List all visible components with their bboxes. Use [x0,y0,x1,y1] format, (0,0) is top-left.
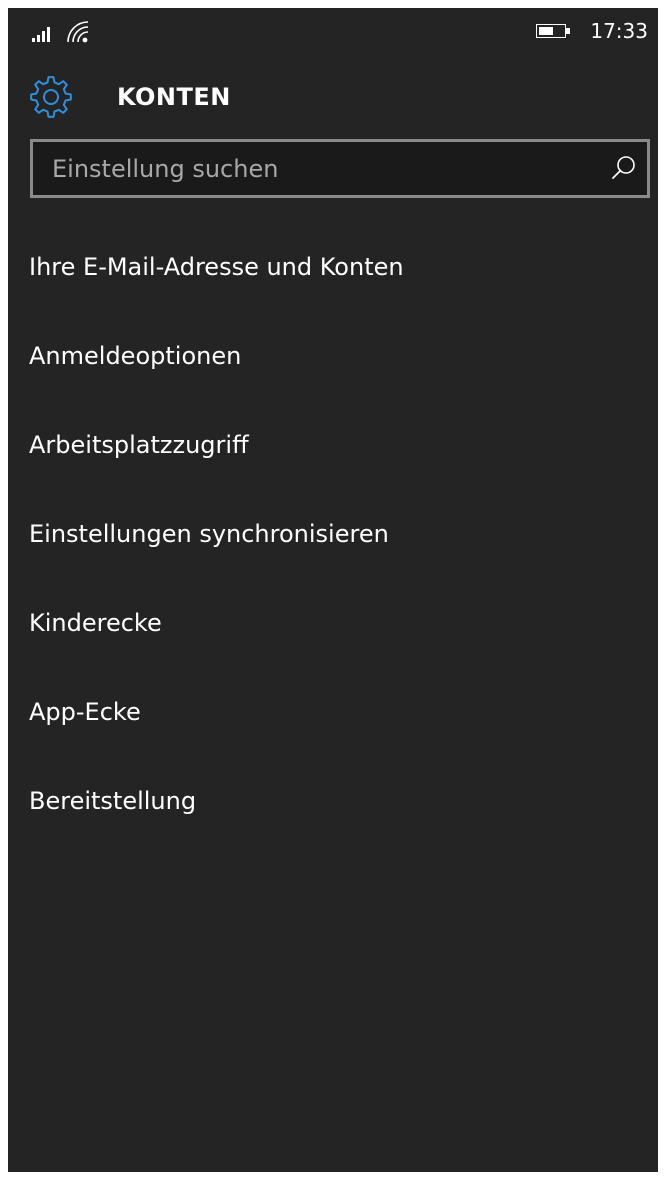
menu-item-app-corner[interactable]: App-Ecke [8,669,658,758]
menu-item-label: Ihre E-Mail-Adresse und Konten [29,253,404,281]
menu-item-label: Anmeldeoptionen [29,342,242,370]
menu-item-email-accounts[interactable]: Ihre E-Mail-Adresse und Konten [8,224,658,313]
clock: 17:33 [590,19,648,43]
page-header: KONTEN [8,74,658,124]
menu-item-sign-in-options[interactable]: Anmeldeoptionen [8,313,658,402]
search-input[interactable] [33,142,593,195]
menu-item-label: Einstellungen synchronisieren [29,520,389,548]
wifi-icon [67,21,89,43]
gear-icon [30,76,72,118]
menu-item-sync-settings[interactable]: Einstellungen synchronisieren [8,491,658,580]
battery-icon [536,24,572,40]
menu-item-kids-corner[interactable]: Kinderecke [8,580,658,669]
status-bar: 17:33 [8,8,658,54]
menu-item-label: Bereitstellung [29,787,197,815]
signal-strength-icon [32,24,56,42]
menu-item-workplace-access[interactable]: Arbeitsplatzzugriff [8,402,658,491]
menu-item-label: Arbeitsplatzzugriff [29,431,249,459]
page-title: KONTEN [117,83,231,111]
menu-item-label: App-Ecke [29,698,141,726]
settings-menu: Ihre E-Mail-Adresse und Konten Anmeldeop… [8,224,658,847]
menu-item-label: Kinderecke [29,609,162,637]
search-icon[interactable] [611,155,637,181]
menu-item-provisioning[interactable]: Bereitstellung [8,758,658,847]
settings-screen: 17:33 KONTEN Ihre E-Mail-Adresse und Kon… [8,8,658,1172]
search-box[interactable] [30,139,650,198]
